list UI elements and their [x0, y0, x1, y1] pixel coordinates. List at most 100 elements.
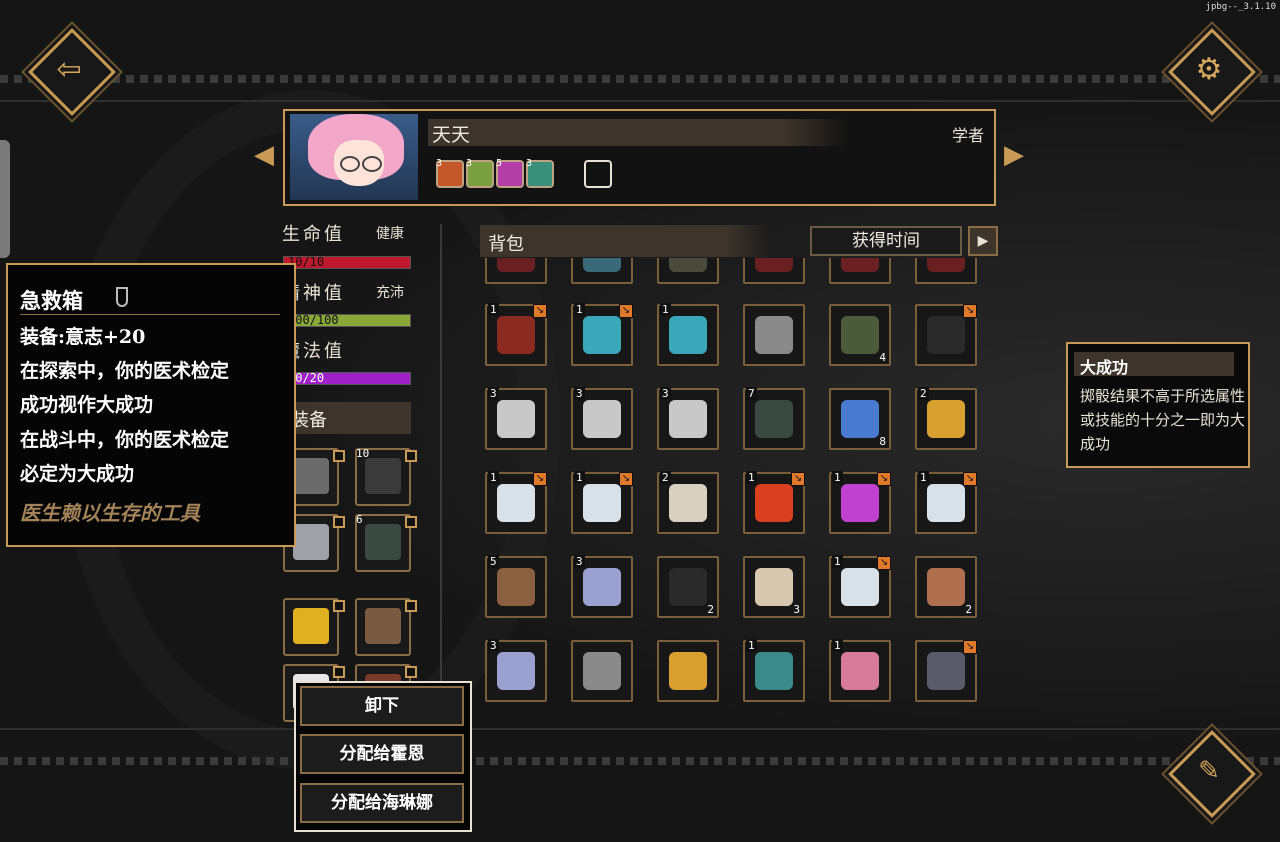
transfer-arrow-icon: ↘: [963, 640, 977, 654]
slot-indicator-icon: [333, 450, 345, 462]
settings-button[interactable]: ⚙: [1168, 28, 1256, 116]
backpack-item-slot[interactable]: [657, 640, 719, 702]
backpack-item-slot[interactable]: 1 ↘: [571, 471, 633, 534]
equipment-slot[interactable]: [283, 598, 339, 656]
item-icon: [583, 568, 621, 606]
backpack-item-slot[interactable]: 2: [915, 387, 977, 450]
backpack-item-slot[interactable]: 3: [571, 555, 633, 618]
backpack-item-slot[interactable]: [829, 258, 891, 284]
item-icon: [497, 316, 535, 354]
assign-to-helena-button[interactable]: 分配给海琳娜: [300, 783, 464, 823]
hp-bar: 10/10: [283, 255, 411, 269]
empty-skill-slot[interactable]: [584, 160, 612, 188]
item-icon: [755, 568, 793, 606]
chevron-right-icon[interactable]: ▶: [1004, 140, 1024, 170]
item-icon: [841, 258, 879, 272]
item-icon: [927, 400, 965, 438]
equipment-slot[interactable]: 6: [355, 513, 411, 572]
item-icon: [841, 484, 879, 522]
backpack-item-slot[interactable]: 1 ↘: [829, 555, 891, 618]
name-bar: [428, 119, 848, 146]
item-stack-count: 1: [746, 639, 757, 652]
backpack-item-slot[interactable]: 1 ↘: [571, 303, 633, 366]
backpack-item-slot[interactable]: ↘: [915, 304, 977, 366]
journal-icon: ✎: [1198, 756, 1220, 786]
item-icon: [497, 400, 535, 438]
item-uses-count: 4: [879, 351, 886, 364]
skill-icon[interactable]: 5: [496, 158, 524, 188]
item-stack-count: 1: [832, 471, 843, 484]
backpack-item-slot[interactable]: [743, 258, 805, 284]
item-stack-count: 1: [746, 471, 757, 484]
equipment-slot[interactable]: [355, 598, 411, 656]
transfer-arrow-icon: ↘: [877, 472, 891, 486]
backpack-item-slot[interactable]: 3: [485, 639, 547, 702]
skill-icon[interactable]: 3: [526, 158, 554, 188]
backpack-item-slot[interactable]: 1 ↘: [743, 471, 805, 534]
backpack-item-slot[interactable]: 1 ↘: [485, 471, 547, 534]
backpack-item-slot[interactable]: 3: [657, 387, 719, 450]
sort-toggle-button[interactable]: ▶: [968, 226, 998, 256]
backpack-item-slot[interactable]: 1: [829, 639, 891, 702]
item-icon: [669, 258, 707, 272]
item-uses-count: 8: [879, 435, 886, 448]
transfer-arrow-icon: ↘: [533, 472, 547, 486]
backpack-item-slot[interactable]: 2: [657, 556, 719, 618]
item-icon: [497, 652, 535, 690]
backpack-item-slot[interactable]: 7: [743, 387, 805, 450]
backpack-item-slot[interactable]: 2: [657, 471, 719, 534]
skill-icon[interactable]: 3: [466, 158, 494, 188]
backpack-item-slot[interactable]: 1: [743, 639, 805, 702]
item-icon: [755, 400, 793, 438]
equipment-slot[interactable]: 10: [355, 447, 411, 506]
slot-indicator-icon: [405, 516, 417, 528]
back-button[interactable]: ⇦: [28, 28, 116, 116]
skill-count: 3: [466, 158, 473, 169]
keyword-title: 大成功: [1080, 358, 1129, 377]
sort-by-time-button[interactable]: 获得时间: [810, 226, 962, 256]
backpack-item-slot[interactable]: 2: [915, 556, 977, 618]
backpack-item-slot[interactable]: 5: [485, 555, 547, 618]
top-border-band: [0, 75, 1280, 83]
backpack-item-slot[interactable]: ↘: [915, 640, 977, 702]
item-icon: [927, 316, 965, 354]
backpack-item-slot[interactable]: 1 ↘: [915, 471, 977, 534]
backpack-item-slot[interactable]: [657, 258, 719, 284]
chevron-left-icon[interactable]: ◀: [254, 140, 274, 170]
item-stack-count: 3: [488, 639, 499, 652]
column-divider: [440, 224, 442, 724]
item-icon: [841, 400, 879, 438]
journal-button[interactable]: ✎: [1168, 730, 1256, 818]
item-stack-count: 1: [832, 639, 843, 652]
backpack-item-slot[interactable]: 4: [829, 304, 891, 366]
backpack-item-slot[interactable]: [743, 304, 805, 366]
item-uses-count: 3: [793, 603, 800, 616]
backpack-header: 背包: [480, 225, 770, 257]
backpack-item-slot[interactable]: [485, 258, 547, 284]
assign-to-horn-button[interactable]: 分配给霍恩: [300, 734, 464, 774]
item-icon: [841, 316, 879, 354]
item-icon: [755, 258, 793, 272]
unequip-button[interactable]: 卸下: [300, 686, 464, 726]
backpack-item-slot[interactable]: 8: [829, 388, 891, 450]
skill-icon[interactable]: 3: [436, 158, 464, 188]
item-uses-count: 2: [965, 603, 972, 616]
item-stack-count: 3: [488, 387, 499, 400]
item-stack-count: 7: [746, 387, 757, 400]
backpack-item-slot[interactable]: 1 ↘: [485, 303, 547, 366]
slot-indicator-icon: [405, 666, 417, 678]
backpack-item-slot[interactable]: [571, 640, 633, 702]
backpack-item-slot[interactable]: 3: [485, 387, 547, 450]
backpack-item-slot[interactable]: 3: [743, 556, 805, 618]
backpack-item-slot[interactable]: 3: [571, 387, 633, 450]
backpack-item-slot[interactable]: [571, 258, 633, 284]
item-icon: [583, 316, 621, 354]
backpack-item-slot[interactable]: 1: [657, 303, 719, 366]
item-effect-line: 装备:意志+20: [20, 326, 146, 348]
equipment-header: 装备: [283, 402, 411, 434]
item-stack-count: 3: [660, 387, 671, 400]
backpack-item-slot[interactable]: 1 ↘: [829, 471, 891, 534]
sanity-bar: 100/100: [283, 313, 411, 327]
side-edge-tab[interactable]: [0, 140, 10, 258]
backpack-item-slot[interactable]: [915, 258, 977, 284]
